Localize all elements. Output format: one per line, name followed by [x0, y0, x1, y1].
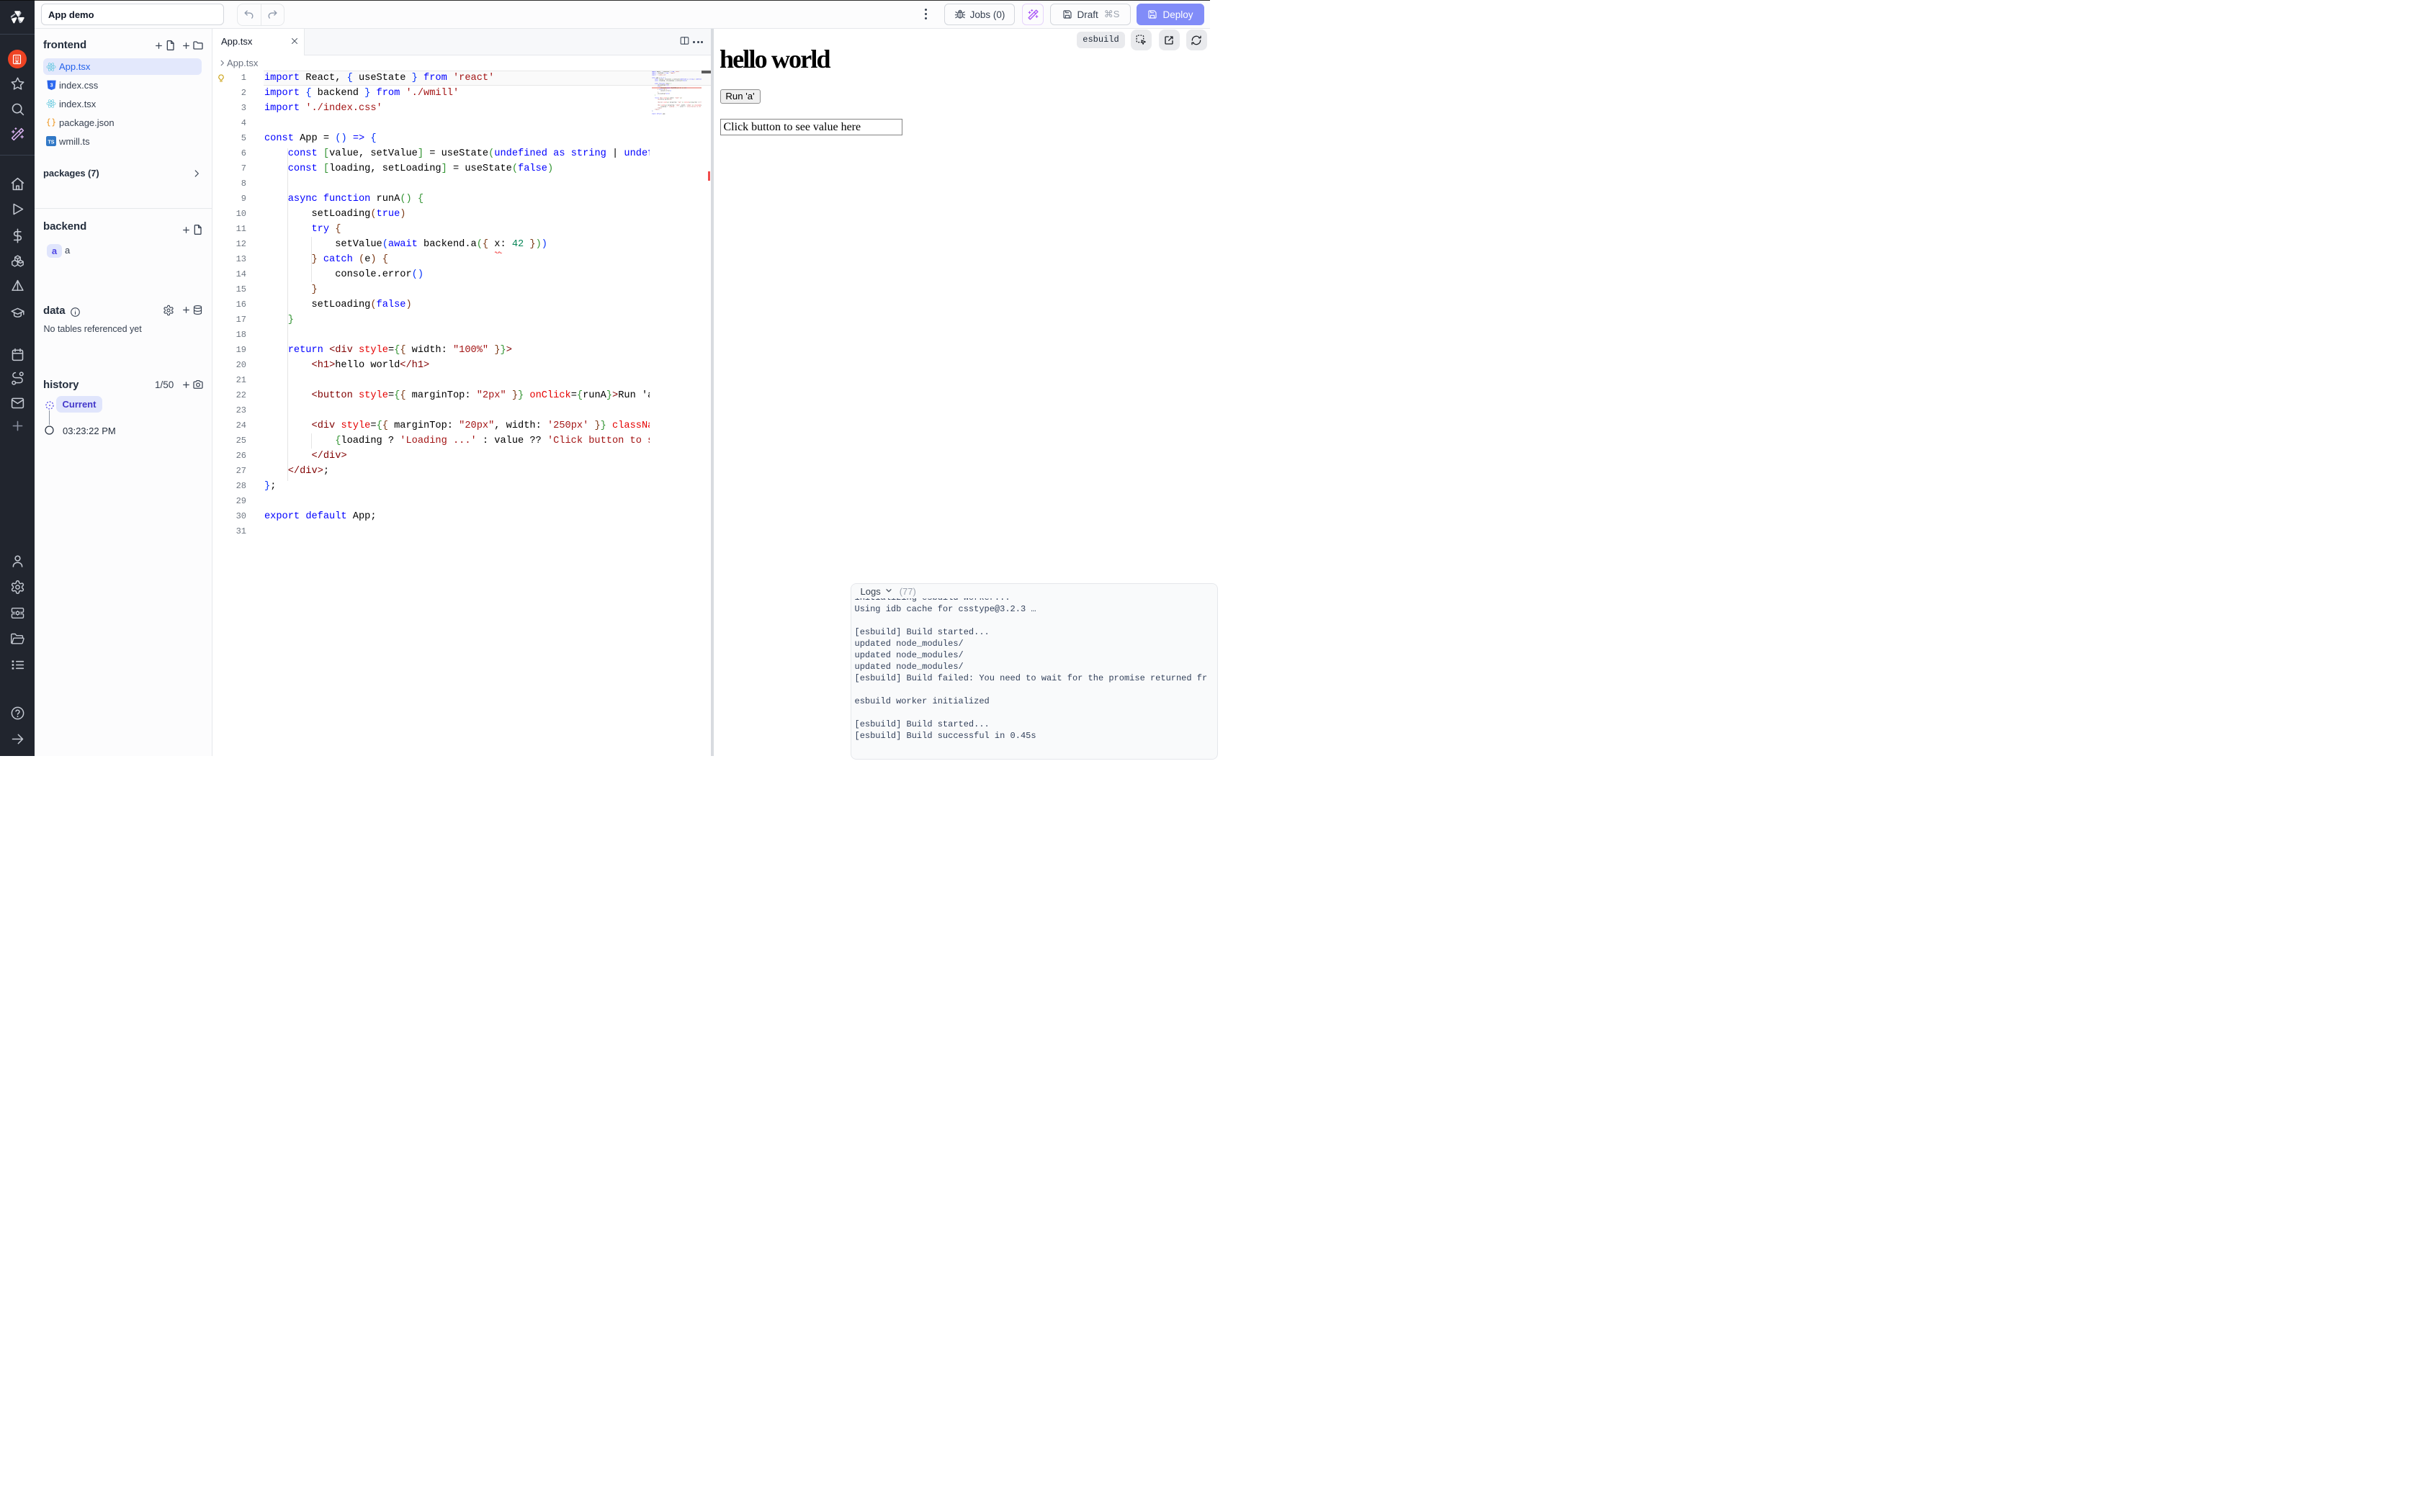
- svg-text:3: 3: [50, 82, 53, 89]
- svg-text:TS: TS: [48, 140, 55, 145]
